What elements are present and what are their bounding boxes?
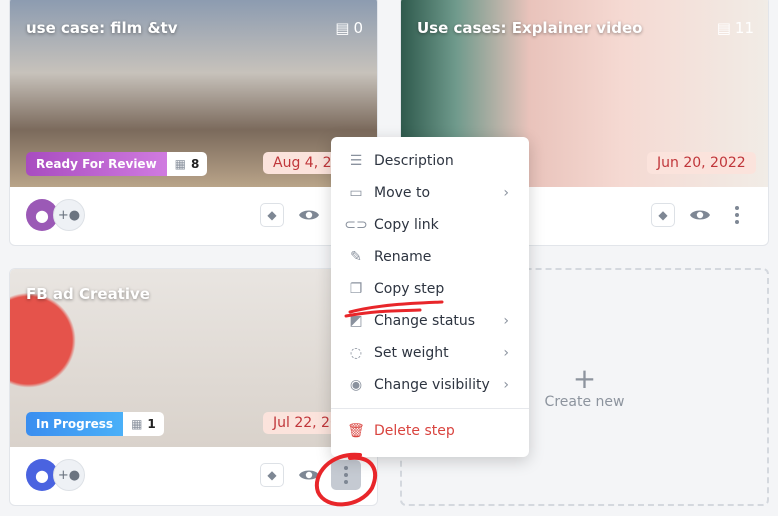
menu-item-rename[interactable]: ✎ Rename [331,241,529,273]
comment-icon: ▤ [335,19,350,37]
description-icon: ☰ [349,153,363,169]
tag-icon: ◆ [267,468,277,482]
eye-icon[interactable] [298,467,320,483]
project-card[interactable]: use case: film &tv ▤ 0 Ready For Review ▦ 8… [9,0,378,246]
chevron-right-icon: › [503,313,509,329]
chevron-right-icon: › [503,377,509,393]
plus-icon: + [572,362,597,395]
folder-move-icon: ▭ [349,185,363,201]
chevron-right-icon: › [503,345,509,361]
menu-item-change-status[interactable]: ◩ Change status › [331,305,529,337]
card-title[interactable]: Use cases: Explainer video [417,19,642,37]
menu-item-copy-step[interactable]: ❐ Copy step [331,273,529,305]
tag-icon: ◆ [267,208,277,222]
menu-item-delete-step[interactable]: 🗑 Delete step [331,415,529,447]
context-menu: ☰ Description ▭ Move to › ⊂⊃ Copy link ✎ Rena… [331,137,529,457]
menu-item-move-to[interactable]: ▭ Move to › [331,177,529,209]
pencil-icon: ✎ [350,249,362,265]
comment-icon: ▤ [716,19,731,37]
status-icon: ◩ [349,313,363,329]
menu-item-change-visibility[interactable]: ◉ Change visibility › [331,369,529,401]
add-user-button[interactable]: +● [53,459,85,491]
menu-divider [331,408,529,409]
weight-icon: ◌ [349,345,363,361]
card-title[interactable]: use case: film &tv [26,19,177,37]
link-icon: ⊂⊃ [344,217,368,233]
eye-icon: ◉ [349,377,363,393]
due-date-badge: Jun 20, 2022 [647,152,756,174]
clipboard-icon: ▦ [131,417,143,431]
card-title[interactable]: FB ad Creative [26,285,150,303]
clipboard-icon: ▦ [174,157,186,171]
comment-count[interactable]: ▤ 11 [717,19,754,37]
tag-button[interactable]: ◆ [260,463,284,487]
comment-count[interactable]: ▤ 0 [335,19,363,37]
chevron-right-icon: › [503,185,509,201]
more-options-button[interactable] [722,200,752,230]
copy-icon: ❐ [349,281,363,297]
project-card[interactable]: FB ad Creative In Progress ▦ 1 Jul 22, 20 … [9,268,378,506]
more-options-button[interactable] [331,460,361,490]
menu-item-description[interactable]: ☰ Description [331,145,529,177]
tag-icon: ◆ [658,208,668,222]
tag-button[interactable]: ◆ [651,203,675,227]
menu-item-set-weight[interactable]: ◌ Set weight › [331,337,529,369]
status-badge[interactable]: Ready For Review ▦ 8 [26,152,208,176]
menu-item-copy-link[interactable]: ⊂⊃ Copy link [331,209,529,241]
status-badge[interactable]: In Progress ▦ 1 [26,412,164,436]
tag-button[interactable]: ◆ [260,203,284,227]
eye-icon[interactable] [298,207,320,223]
eye-icon[interactable] [689,207,711,223]
trash-icon: 🗑 [347,423,365,439]
add-user-button[interactable]: +● [53,199,85,231]
